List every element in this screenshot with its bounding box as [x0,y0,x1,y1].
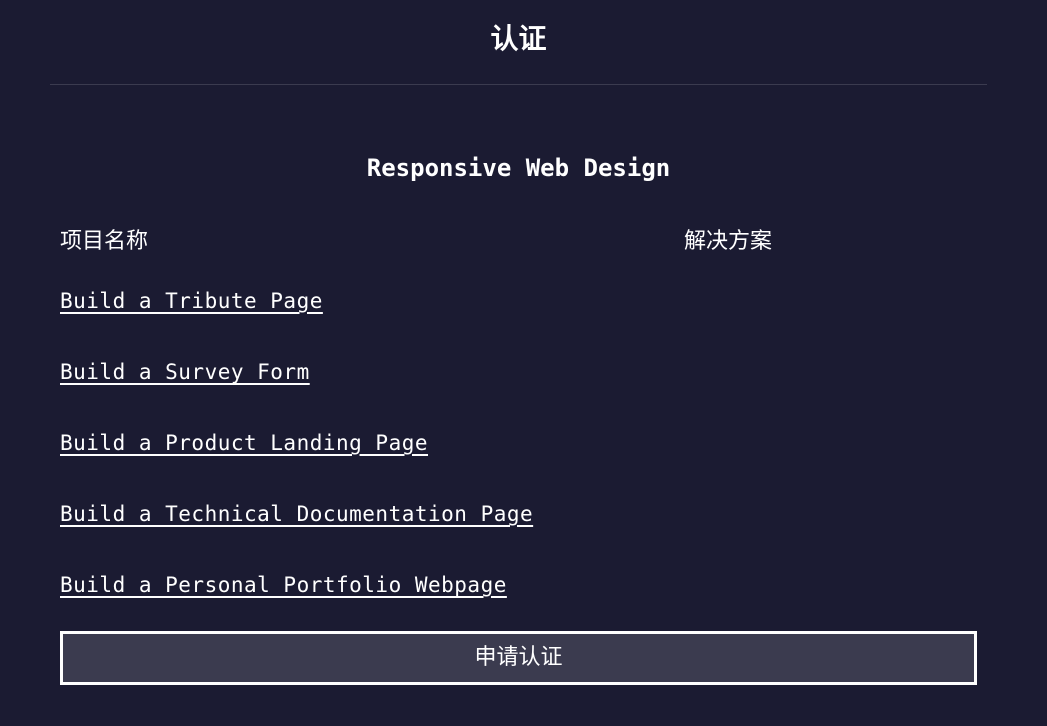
list-item: Build a Personal Portfolio Webpage [60,568,533,639]
certification-title: Responsive Web Design [366,154,671,182]
claim-certification-button[interactable]: 申请认证 [60,631,977,685]
list-item: Build a Tribute Page [60,284,533,355]
project-link-survey-form[interactable]: Build a Survey Form [60,360,310,384]
project-link-product-landing-page[interactable]: Build a Product Landing Page [60,431,428,455]
header-divider [50,84,987,85]
project-list: Build a Tribute Page Build a Survey Form… [60,284,533,639]
solution-column-header: 解决方案 [684,229,773,254]
project-link-tribute-page[interactable]: Build a Tribute Page [60,289,323,313]
project-name-column-header: 项目名称 [60,229,149,254]
list-item: Build a Product Landing Page [60,426,533,497]
page-title: 认证 [490,22,547,55]
project-link-technical-documentation-page[interactable]: Build a Technical Documentation Page [60,502,533,526]
list-item: Build a Technical Documentation Page [60,497,533,568]
project-link-personal-portfolio-webpage[interactable]: Build a Personal Portfolio Webpage [60,573,507,597]
list-item: Build a Survey Form [60,355,533,426]
